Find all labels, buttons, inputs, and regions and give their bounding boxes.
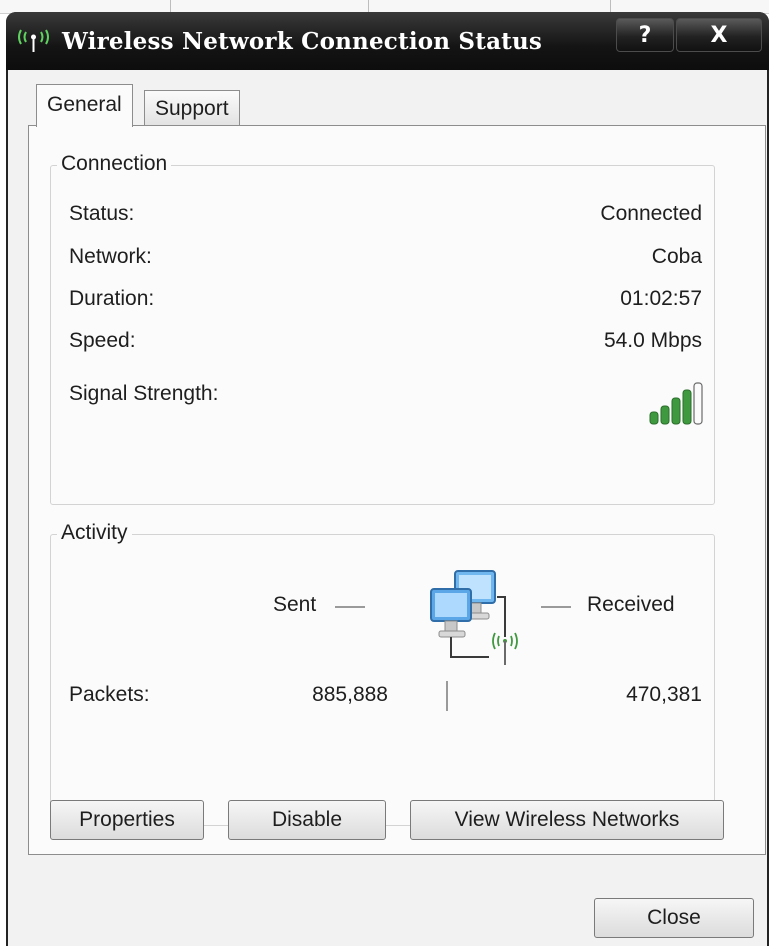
duration-value: 01:02:57 <box>620 287 702 310</box>
view-wireless-networks-button[interactable]: View Wireless Networks <box>410 800 724 840</box>
signal-strength-icon <box>649 382 703 425</box>
signal-row: Signal Strength: <box>69 382 702 414</box>
packets-label: Packets: <box>69 683 150 706</box>
status-value: Connected <box>600 202 702 225</box>
activity-group-label: Activity <box>57 521 132 545</box>
connection-group-label: Connection <box>57 152 172 176</box>
duration-row: Duration: 01:02:57 <box>69 287 702 319</box>
tab-general[interactable]: General <box>36 84 133 127</box>
sent-label: Sent <box>273 593 317 616</box>
disable-button[interactable]: Disable <box>228 800 386 840</box>
help-button[interactable]: ? <box>616 18 674 52</box>
network-computers-icon <box>430 570 518 665</box>
window-close-button[interactable]: X <box>676 18 762 52</box>
sent-connector-line <box>335 606 365 608</box>
speed-value: 54.0 Mbps <box>603 329 702 352</box>
signal-strength-label: Signal Strength: <box>69 382 219 405</box>
status-row: Status: Connected <box>69 202 702 234</box>
close-button[interactable]: Close <box>594 898 754 938</box>
signal-bar <box>649 411 659 425</box>
activity-group: Activity Sent Received Packets: 885,888 … <box>50 521 715 826</box>
network-row: Network: Coba <box>69 245 702 277</box>
properties-button[interactable]: Properties <box>50 800 204 840</box>
network-label: Network: <box>69 245 152 268</box>
tab-support[interactable]: Support <box>144 90 240 126</box>
received-connector-line <box>541 606 571 608</box>
received-label: Received <box>587 593 675 616</box>
dialog-body: General Support Connection Status: Conne… <box>8 70 767 946</box>
packets-divider <box>446 681 448 711</box>
signal-bar <box>671 397 681 425</box>
signal-bar <box>693 382 703 425</box>
packets-received-value: 470,381 <box>626 683 702 706</box>
wireless-network-icon <box>18 29 49 52</box>
title-bar[interactable]: Wireless Network Connection Status ? X <box>6 12 769 70</box>
speed-label: Speed: <box>69 329 136 352</box>
packets-sent-value: 885,888 <box>312 683 388 706</box>
signal-bar <box>660 405 670 425</box>
network-value: Coba <box>651 245 702 268</box>
connection-group: Connection Status: Connected Network: Co… <box>50 152 715 505</box>
window-title: Wireless Network Connection Status <box>62 28 543 55</box>
signal-bar <box>682 389 692 425</box>
status-label: Status: <box>69 202 135 225</box>
duration-label: Duration: <box>69 287 155 310</box>
speed-row: Speed: 54.0 Mbps <box>69 329 702 361</box>
wireless-status-dialog: Wireless Network Connection Status ? X G… <box>6 12 769 946</box>
